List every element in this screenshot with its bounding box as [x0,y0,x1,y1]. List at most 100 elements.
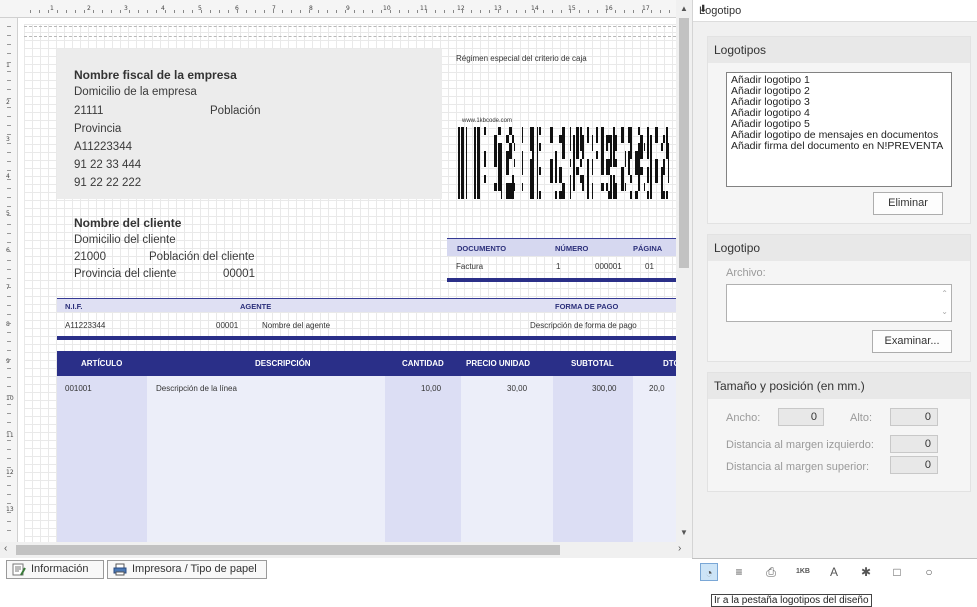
header-descripcion: DESCRIPCIÓN [255,359,311,368]
regimen-label[interactable]: Régimen especial del criterio de caja [456,54,587,63]
document-serie[interactable]: 1 [556,262,560,271]
logos-group-header: Logotipos [708,37,970,63]
company-name[interactable]: Nombre fiscal de la empresa [74,68,237,82]
width-input[interactable]: 0 [778,408,824,426]
scroll-left-icon[interactable]: ‹ [4,543,7,554]
scroll-right-icon[interactable]: › [678,543,681,554]
tab-impresora[interactable]: Impresora / Tipo de papel [107,560,267,579]
band-separator [24,26,676,27]
client-nif[interactable]: A11223344 [65,321,105,330]
printer-icon [113,563,127,576]
logo-tab-icon[interactable]: ◔ [700,563,718,581]
document-type[interactable]: Factura [456,262,483,271]
client-name[interactable]: Nombre del cliente [74,216,181,230]
document-page[interactable]: 01 [645,262,654,271]
left-margin-input[interactable]: 0 [890,435,938,453]
rectangle-tab-icon[interactable]: □ [888,563,906,581]
ruler-top-mark [408,10,409,13]
ruler-top-mark [120,10,121,13]
ruler-top-mark [543,10,544,13]
barcode-tab-icon[interactable]: 1KB [794,563,812,581]
company-postal-code[interactable]: 21111 [74,105,103,117]
ruler-left-mark [7,224,11,225]
top-margin-input[interactable]: 0 [890,456,938,474]
line-discount[interactable]: 20,0 [649,384,665,393]
column-descripcion[interactable] [147,376,385,542]
document-number[interactable]: 000001 [595,262,622,271]
ruler-top-mark [462,10,463,13]
column-subtotal[interactable] [553,376,633,542]
ruler-left-mark [7,107,11,108]
file-input[interactable]: ⌃ ⌄ [726,284,952,322]
textarea-up-icon[interactable]: ⌃ [941,289,948,298]
ruler-left-mark [7,287,11,288]
client-town[interactable]: Población del cliente [149,251,255,263]
scroll-down-icon[interactable]: ▼ [680,528,688,537]
text-tab-icon[interactable]: ≡ [730,563,748,581]
browse-button[interactable]: Examinar... [872,330,952,353]
pin-icon[interactable]: ⬇ [699,4,972,15]
left-margin-label: Distancia al margen izquierdo: [726,439,874,451]
company-town[interactable]: Población [210,105,261,117]
ruler-left-mark [7,179,11,180]
ruler-top-mark [426,10,427,13]
ruler-left-mark [7,395,11,396]
column-precio-unidad[interactable] [461,376,553,542]
panel-tab-strip: ◔ ≡ ⎙ 1KB A ✱ □ ○ [692,558,977,584]
ruler-top-mark [300,10,301,13]
nif-table-header: N.I.F. AGENTE FORMA DE PAGO [57,298,676,312]
horizontal-scrollbar[interactable]: ‹ › [0,542,692,558]
company-province[interactable]: Provincia [74,123,121,135]
nif-table-bar [57,336,676,340]
payment-description[interactable]: Descripción de forma de pago [530,321,637,330]
line-tab-icon[interactable]: ✱ [857,563,875,581]
textarea-down-icon[interactable]: ⌄ [941,307,948,316]
printer-tab-icon[interactable]: ⎙ [762,563,780,581]
ruler-top-mark [525,10,526,13]
line-unit-price[interactable]: 30,00 [507,384,527,393]
column-cantidad[interactable] [385,376,461,542]
company-fax[interactable]: 91 22 22 222 [74,177,141,189]
ruler-top-mark [552,10,553,13]
vertical-scrollbar[interactable]: ▲ ▼ [676,0,692,542]
tab-informacion-label: Información [31,563,89,575]
logos-list[interactable]: Añadir logotipo 1 Añadir logotipo 2 Añadir… [726,72,952,187]
ruler-left-number: 2 [6,99,10,106]
client-address[interactable]: Domicilio del cliente [74,234,176,246]
ruler-top-mark [228,10,229,13]
ruler-left-mark [7,134,11,135]
ruler-top-mark [372,10,373,13]
line-quantity[interactable]: 10,00 [421,384,441,393]
ruler-left-mark [7,80,11,81]
report-designer[interactable]: 1234567891011121314151617 12345678910111… [0,0,692,558]
horizontal-scroll-thumb[interactable] [16,545,560,555]
agent-name[interactable]: Nombre del agente [262,321,330,330]
line-subtotal[interactable]: 300,00 [592,384,616,393]
company-phone[interactable]: 91 22 33 444 [74,159,141,171]
client-code[interactable]: 00001 [223,268,255,280]
barcode-image[interactable] [458,127,676,199]
line-article[interactable]: 001001 [65,384,92,393]
company-address[interactable]: Domicilio de la empresa [74,86,197,98]
client-postal-code[interactable]: 21000 [74,251,106,263]
ellipse-tab-icon[interactable]: ○ [920,563,938,581]
column-articulo[interactable] [57,376,147,542]
client-province[interactable]: Provincia del cliente [74,268,176,280]
vertical-ruler: 1234567891011121314 [0,18,18,550]
agent-code[interactable]: 00001 [216,321,238,330]
company-nif[interactable]: A11223344 [74,141,132,153]
height-input[interactable]: 0 [890,408,938,426]
column-dto[interactable] [633,376,676,542]
band-separator [24,36,676,37]
ruler-left-mark [7,116,11,117]
report-page[interactable]: Nombre fiscal de la empresa Domicilio de… [24,24,676,542]
ruler-top-mark [84,10,85,13]
font-tab-icon[interactable]: A [825,563,843,581]
delete-button[interactable]: Eliminar [873,192,943,215]
ruler-left-mark [7,476,11,477]
line-description[interactable]: Descripción de la línea [156,384,237,393]
logos-list-item[interactable]: Añadir firma del documento en N!PREVENTA [731,141,947,152]
tab-informacion[interactable]: Información [6,560,104,579]
vertical-scroll-thumb[interactable] [679,18,689,268]
scroll-up-icon[interactable]: ▲ [680,4,688,13]
